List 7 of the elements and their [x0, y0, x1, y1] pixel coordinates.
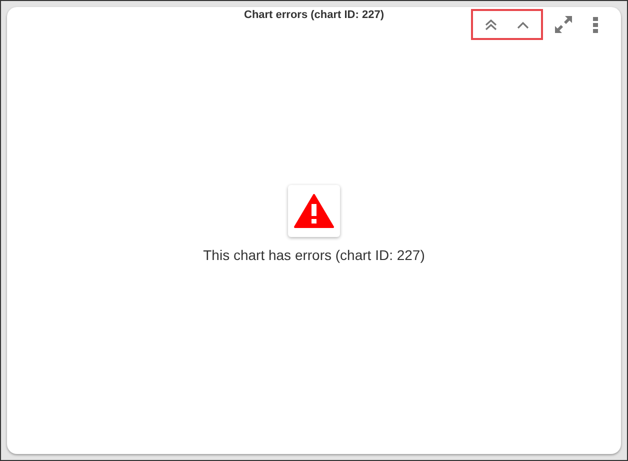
- more-menu-icon: [592, 16, 598, 32]
- error-message: This chart has errors (chart ID: 227): [203, 246, 425, 262]
- chevron-up-icon: [517, 20, 529, 28]
- double-chevron-icon: [485, 18, 497, 30]
- warning-icon: [294, 194, 334, 228]
- expand-icon: [554, 16, 572, 33]
- chart-title: Chart errors (chart ID: 227): [244, 9, 384, 21]
